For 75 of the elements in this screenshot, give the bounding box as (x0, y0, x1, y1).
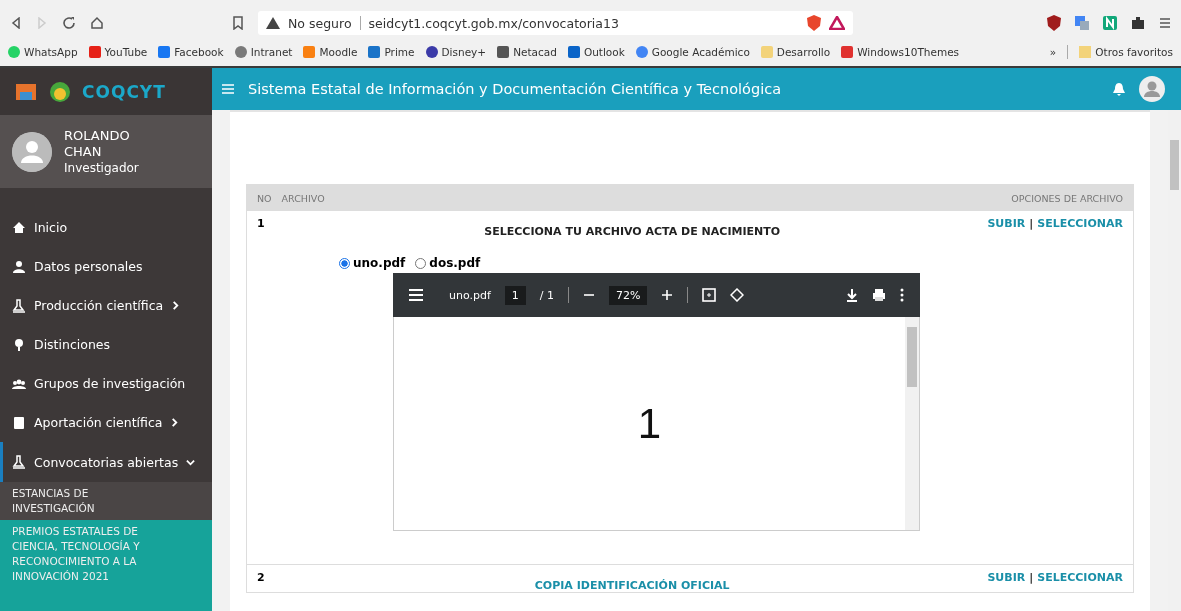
bookmark[interactable]: Netacad (497, 46, 557, 58)
action-link[interactable]: SELECCIONAR (1037, 571, 1123, 592)
print-icon[interactable] (872, 288, 886, 302)
page-content: 1 (637, 399, 662, 448)
sidebar-item[interactable]: Distinciones (0, 325, 212, 364)
action-link[interactable]: SUBIR (987, 217, 1026, 564)
shield-icon[interactable] (807, 15, 821, 31)
user-name: ROLANDO CHAN (64, 127, 131, 160)
column-header: OPCIONES DE ARCHIVO (1011, 192, 1123, 204)
fit-page-icon[interactable] (702, 288, 717, 302)
avatar-icon[interactable] (1139, 76, 1165, 102)
bell-icon[interactable] (1113, 82, 1125, 96)
logo-text: COQCYT (82, 81, 166, 102)
shield-icon[interactable] (1047, 15, 1061, 31)
bookmark[interactable]: YouTube (88, 46, 148, 58)
column-header: NO (257, 192, 272, 204)
sidebar-item[interactable]: Datos personales (0, 247, 212, 286)
bookmark[interactable]: Prime (368, 46, 415, 58)
sidebar-item[interactable]: Grupos de investigación (0, 364, 212, 403)
bookmark[interactable]: Facebook (158, 46, 224, 58)
sidebar-item[interactable]: Aportación científica (0, 403, 212, 442)
user-role: Investigador (64, 160, 139, 175)
bookmark[interactable]: Desarrollo (760, 46, 831, 58)
bookmark[interactable]: Disney+ (425, 46, 487, 58)
bookmark-icon[interactable] (232, 16, 244, 30)
security-label: No seguro (288, 15, 352, 31)
back-icon[interactable] (10, 17, 22, 29)
file-title: COPIA IDENTIFICACIÓN OFICIAL (534, 579, 730, 592)
more-icon[interactable] (900, 288, 904, 302)
sidebar-item[interactable]: Inicio (0, 208, 212, 247)
bookmark[interactable]: Google Académico (635, 46, 750, 58)
row-number: 2 (257, 571, 266, 586)
action-link[interactable]: SUBIR (987, 571, 1026, 592)
file-title: SELECCIONA TU ARCHIVO ACTA DE NACIMIENTO (484, 225, 781, 238)
page-number-field[interactable]: 1 (504, 285, 526, 305)
action-link[interactable]: SELECCIONAR (1037, 217, 1123, 564)
triangle-icon[interactable] (829, 16, 845, 30)
user-icon (12, 259, 26, 274)
bookmark-folder[interactable]: Otros favoritos (1079, 46, 1173, 58)
award-icon (12, 337, 26, 352)
radio-option[interactable]: dos.pdf (415, 256, 481, 270)
page-count: / 1 (539, 288, 555, 302)
sidebar-item[interactable]: Producción científica (0, 286, 212, 325)
row-number: 1 (257, 217, 266, 232)
file-name: uno.pdf (449, 288, 491, 302)
radio-button[interactable] (339, 257, 350, 269)
avatar (12, 131, 52, 172)
emblem-icon (48, 79, 72, 104)
separator: | (1029, 571, 1034, 586)
warning-icon (266, 17, 280, 29)
bookmark[interactable]: Windows10Themes (841, 46, 960, 58)
bookmark[interactable]: Intranet (234, 46, 293, 58)
reload-icon[interactable] (62, 16, 76, 30)
address-bar[interactable]: No seguro seidcyt1.coqcyt.gob.mx/convocatoria13 (258, 11, 853, 35)
flask-icon (12, 298, 26, 313)
folder-icon (1079, 46, 1092, 58)
zoom-in-icon[interactable] (661, 289, 674, 301)
separator: | (1029, 217, 1034, 232)
submenu-item[interactable]: ESTANCIAS DE INVESTIGACIÓN (0, 482, 212, 520)
book-icon (12, 415, 26, 430)
bookmark[interactable]: Outlook (567, 46, 625, 58)
zoom-field[interactable]: 72% (609, 285, 648, 305)
scrollbar[interactable] (905, 317, 919, 530)
radio-option[interactable]: uno.pdf (339, 256, 406, 270)
home-icon (12, 220, 26, 235)
bookmark[interactable]: Moodle (303, 46, 358, 58)
page-title: Sistema Estatal de Información y Documentación Científica y Tecnológica (248, 81, 782, 97)
extension-icon[interactable] (1103, 16, 1117, 30)
column-header: ARCHIVO (281, 192, 325, 204)
home-icon[interactable] (90, 16, 104, 30)
flask-icon (12, 455, 26, 469)
bookmark[interactable]: WhatsApp (8, 46, 78, 58)
download-icon[interactable] (846, 288, 858, 302)
url-text: seidcyt1.coqcyt.gob.mx/convocatoria13 (368, 15, 619, 31)
more-bookmarks-button[interactable]: » (1049, 46, 1057, 58)
